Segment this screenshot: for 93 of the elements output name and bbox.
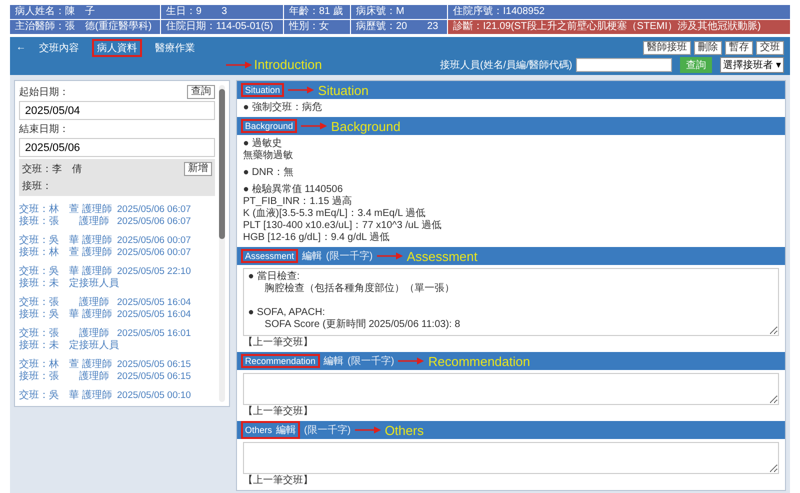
patient-info-cell: 年齡：81 歲 [284,5,350,19]
record-receiver[interactable]: 接班：未 定接班人員 [19,278,117,290]
arrow-icon [301,122,328,130]
record-handover[interactable]: 交班：吳 華 護理師 [19,235,117,247]
add-button[interactable]: 新增 [184,162,212,176]
annotation-label: Recommendation [428,354,530,368]
edit-link[interactable]: 編輯 [302,249,322,263]
section-label: Recommendation [245,356,316,366]
note-field[interactable] [243,442,779,474]
receiver-select[interactable]: 選擇接班者 ▾ [720,56,784,72]
record-time: 2025/05/05 16:04 [117,297,192,309]
annotation-label: Situation [318,82,369,98]
receiver-name: 接班： [22,180,53,193]
annotation-label: Background [331,118,400,134]
end-date-field[interactable]: 2025/05/06 [19,138,215,157]
action-button[interactable]: 暫存 [725,40,753,54]
record-receiver[interactable]: 接班：吳 華 護理師 [19,309,117,321]
start-date-label: 起始日期： [19,86,69,99]
patient-info-cell: 病歷號：20 23 [351,20,447,34]
nav-tab[interactable]: 病人資料 [92,38,142,56]
record-time: 2025/05/05 16:01 [117,328,192,340]
record-handover[interactable]: 交班：林 萱 護理師 [19,204,117,216]
record-time: 2025/05/05 00:10 [117,390,192,402]
char-limit-note: (限一千字) [348,354,394,368]
record-time: 2025/05/06 00:07 [117,235,192,247]
record-time: 2025/05/06 00:07 [117,247,192,259]
handover-name: 交班：李 倩 [22,162,82,176]
record-time: 2025/05/05 22:10 [117,266,192,278]
end-date-label: 結束日期： [19,122,69,136]
record-handover[interactable]: 交班：張 護理師 [19,328,117,340]
edit-link[interactable]: 編輯 [276,423,296,437]
patient-info-cell: 住院序號：I1408952 [448,5,790,19]
patient-info-cell: 主治醫師：張 德(重症醫學科) [10,20,160,34]
diagnosis-cell: 診斷：I21.09(ST段上升之前壁心肌梗塞（STEMI）涉及其他冠狀動脈) [448,20,790,34]
note-field[interactable] [243,373,779,405]
section-label: Background [245,121,294,131]
record-time: 2025/05/06 06:07 [117,204,192,216]
record-receiver[interactable]: 接班：未 定接班人員 [19,340,117,352]
record-handover[interactable]: 交班：吳 華 護理師 [19,266,117,278]
previous-handover-link[interactable]: 【上一筆交班】 [243,337,779,349]
record-receiver[interactable]: 接班：張 護理師 [19,216,117,228]
note-field[interactable]: ● 當日檢查: 胸腔檢查（包括各種角度部位）（單一張） ● SOFA, APACH: SOFA Score (更新時間 2025/05/06 11:03): 8 [243,268,779,336]
arrow-icon [398,357,424,365]
patient-info-cell: 性別：女 [284,20,350,34]
scrollbar[interactable] [219,85,225,402]
char-limit-note: (限一千字) [304,424,351,437]
arrow-icon [354,426,381,434]
note-text: ● 強制交班：病危 [243,102,323,114]
arrow-icon [226,60,252,68]
note-text: PLT [130-400 x10.e3/uL]：77 x10^3 /uL 過低 [243,220,443,232]
query-button[interactable]: 查詢 [187,85,215,99]
nav-tab[interactable]: 交班內容 [34,38,84,56]
previous-handover-link[interactable]: 【上一筆交班】 [243,406,779,418]
previous-handover-link[interactable]: 【上一筆交班】 [243,475,779,487]
back-icon[interactable]: ← [16,42,26,53]
record-handover[interactable]: 交班：林 萱 護理師 [19,359,117,371]
action-button[interactable]: 醫師接班 [643,40,691,54]
section-label: Others [245,425,272,435]
patient-info-cell: 住院日期：114-05-01(5) [161,20,283,34]
arrow-icon [376,252,403,260]
char-limit-note: (限一千字) [326,250,373,263]
note-text: ● DNR：無 [243,167,294,179]
record-time: 2025/05/05 06:15 [117,371,192,383]
receiver-label: 接班人員(姓名/員編/醫師代碼) [440,58,572,72]
record-receiver[interactable]: 接班：林 萱 護理師 [19,247,117,259]
note-text: K (血液)[3.5-5.3 mEq/L]：3.4 mEq/L 過低 [243,208,426,220]
note-text: PT_FIB_INR：1.15 過高 [243,196,353,208]
note-text: ● 檢驗異常值 1140506 [243,184,344,196]
section-label: Assessment [245,251,294,261]
section-label: Situation [245,85,280,95]
note-text: ● 過敏史 [243,138,283,150]
patient-info-cell: 病床號：M [351,5,447,19]
note-text: 無藥物過敏 [243,150,294,162]
note-text: HGB [12-16 g/dL]：9.4 g/dL 過低 [243,232,390,244]
patient-info-cell: 生日：9 3 [161,5,283,19]
annotation-label: Others [384,422,424,438]
receiver-input[interactable] [576,58,672,72]
record-handover[interactable]: 交班：張 護理師 [19,297,117,309]
record-time: 2025/05/05 16:04 [117,309,192,321]
nav-tab[interactable]: 醫療作業 [150,38,200,56]
annotation-label: Assessment [406,248,478,264]
record-receiver[interactable]: 接班：張 護理師 [19,371,117,383]
edit-link[interactable]: 編輯 [324,354,344,368]
annotation-label: Introduction [254,57,322,72]
record-time: 2025/05/05 06:15 [117,359,192,371]
record-handover[interactable]: 交班：吳 華 護理師 [19,390,117,402]
patient-info-cell: 病人姓名：陳 子 [10,5,160,19]
start-date-field[interactable]: 2025/05/04 [19,101,215,120]
search-button[interactable]: 查詢 [680,56,712,72]
arrow-icon [288,86,314,94]
record-time: 2025/05/06 06:07 [117,216,192,228]
action-button[interactable]: 刪除 [694,40,722,54]
action-button[interactable]: 交班 [756,40,784,54]
